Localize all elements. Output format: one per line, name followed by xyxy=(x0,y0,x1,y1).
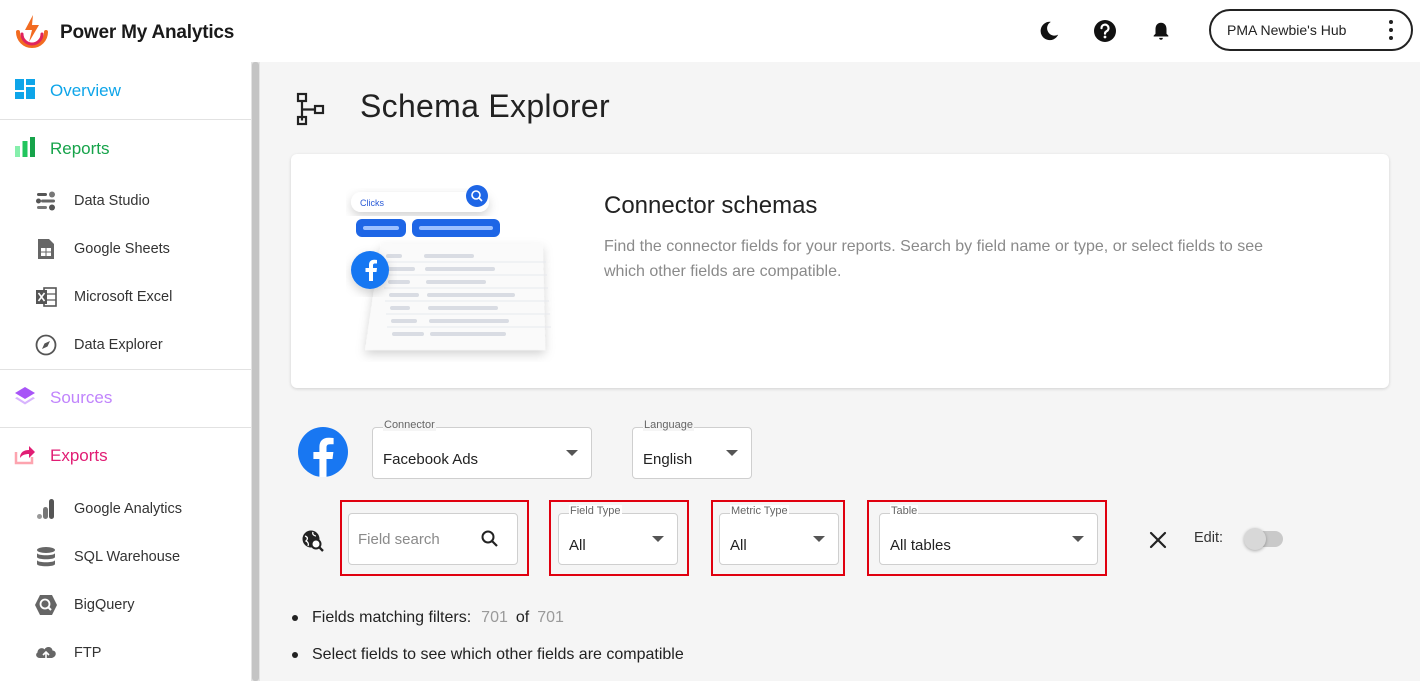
sidebar-item-label: SQL Warehouse xyxy=(74,549,181,565)
sidebar-item-label: Exports xyxy=(50,446,108,465)
field-search-highlight xyxy=(340,500,529,576)
total-count: 701 xyxy=(537,608,564,626)
matching-count: 701 xyxy=(481,608,508,626)
sidebar-item-label: BigQuery xyxy=(74,597,135,613)
globe-search-icon[interactable] xyxy=(301,529,325,558)
table-highlight xyxy=(867,500,1107,576)
bell-icon[interactable] xyxy=(1148,18,1174,44)
page-title: Schema Explorer xyxy=(360,88,610,124)
matching-label: Fields matching filters: xyxy=(312,608,472,626)
sidebar-item-google-sheets[interactable]: Google Sheets xyxy=(0,229,251,269)
moon-icon[interactable] xyxy=(1036,18,1062,44)
compass-icon xyxy=(34,333,58,357)
sidebar-item-bigquery[interactable]: BigQuery xyxy=(0,585,251,625)
sidebar: Overview Reports Data Studio Google Shee… xyxy=(0,62,251,681)
edit-label: Edit: xyxy=(1194,530,1224,546)
brand[interactable]: Power My Analytics xyxy=(14,12,234,53)
illustration-search-text: Clicks xyxy=(360,198,384,208)
export-icon xyxy=(14,443,36,470)
brand-name: Power My Analytics xyxy=(60,21,235,43)
edit-toggle[interactable] xyxy=(1244,528,1283,550)
top-bar: Power My Analytics PMA Newbie's Hub xyxy=(0,0,1420,62)
connector-select-label: Connector xyxy=(383,419,436,431)
sidebar-item-microsoft-excel[interactable]: Microsoft Excel xyxy=(0,277,251,317)
brand-logo-icon xyxy=(14,12,50,53)
sidebar-item-label: FTP xyxy=(74,645,102,661)
sidebar-item-exports[interactable]: Exports xyxy=(0,427,251,485)
chevron-down-icon xyxy=(566,450,578,456)
language-select-value: English xyxy=(643,451,693,468)
sidebar-item-label: Data Studio xyxy=(74,193,150,209)
sidebar-item-label: Google Analytics xyxy=(74,501,183,517)
layers-icon xyxy=(14,385,36,412)
microsoft-excel-icon xyxy=(34,285,58,309)
language-select-label: Language xyxy=(643,419,694,431)
schema-tree-icon xyxy=(296,92,326,131)
sidebar-item-label: Reports xyxy=(50,139,110,158)
metric-type-highlight xyxy=(711,500,845,576)
bullet-dot xyxy=(292,651,298,658)
chevron-down-icon xyxy=(726,450,738,456)
schema-illustration: Clicks xyxy=(351,185,551,350)
bullet-dot xyxy=(292,614,298,621)
data-studio-icon xyxy=(34,189,58,213)
sidebar-item-data-explorer[interactable]: Data Explorer xyxy=(0,325,251,365)
of-label: of xyxy=(515,608,530,626)
sidebar-item-overview[interactable]: Overview xyxy=(0,62,251,120)
card-description: Find the connector fields for your repor… xyxy=(604,238,1263,280)
google-sheets-icon xyxy=(34,237,58,261)
sidebar-item-google-analytics[interactable]: Google Analytics xyxy=(0,489,251,529)
sidebar-item-label: Google Sheets xyxy=(74,241,170,257)
list-item: Select fields to see which other fields … xyxy=(292,643,684,666)
card-title: Connector schemas xyxy=(604,192,818,219)
compatibility-hint: Select fields to see which other fields … xyxy=(312,645,684,663)
connector-select[interactable]: Connector Facebook Ads xyxy=(372,419,592,479)
dashboard-icon xyxy=(14,78,36,105)
language-select[interactable]: Language English xyxy=(632,419,752,479)
sidebar-item-reports[interactable]: Reports xyxy=(0,120,251,178)
sidebar-scrollbar[interactable] xyxy=(251,62,260,681)
sidebar-item-sources[interactable]: Sources xyxy=(0,369,251,427)
bigquery-icon xyxy=(34,593,58,617)
sidebar-item-data-studio[interactable]: Data Studio xyxy=(0,181,251,221)
database-icon xyxy=(34,545,58,569)
sidebar-item-ftp[interactable]: FTP xyxy=(0,633,251,673)
results-summary: Fields matching filters: 701 of 701 Sele… xyxy=(292,606,684,680)
facebook-icon xyxy=(298,427,348,477)
field-type-highlight xyxy=(549,500,689,576)
bar-chart-icon xyxy=(14,136,36,163)
more-vertical-icon[interactable] xyxy=(1387,20,1395,40)
sidebar-item-label: Microsoft Excel xyxy=(74,289,173,305)
sidebar-item-label: Sources xyxy=(50,388,113,407)
close-icon[interactable] xyxy=(1149,531,1167,554)
google-analytics-icon xyxy=(34,497,58,521)
edit-toggle-knob[interactable] xyxy=(1244,528,1266,550)
sidebar-item-sql-warehouse[interactable]: SQL Warehouse xyxy=(0,537,251,577)
account-name: PMA Newbie's Hub xyxy=(1227,22,1347,38)
list-item: Fields matching filters: 701 of 701 xyxy=(292,606,684,629)
ftp-cloud-icon xyxy=(34,641,58,665)
sidebar-item-label: Overview xyxy=(50,81,121,100)
connector-schemas-card: Clicks Connector schemas Find the connec… xyxy=(291,154,1389,388)
connector-select-value: Facebook Ads xyxy=(383,451,479,468)
scrollbar-thumb[interactable] xyxy=(252,62,259,681)
sidebar-item-label: Data Explorer xyxy=(74,337,163,353)
help-circle-icon[interactable] xyxy=(1092,18,1118,44)
account-switcher-button[interactable]: PMA Newbie's Hub xyxy=(1209,9,1413,51)
